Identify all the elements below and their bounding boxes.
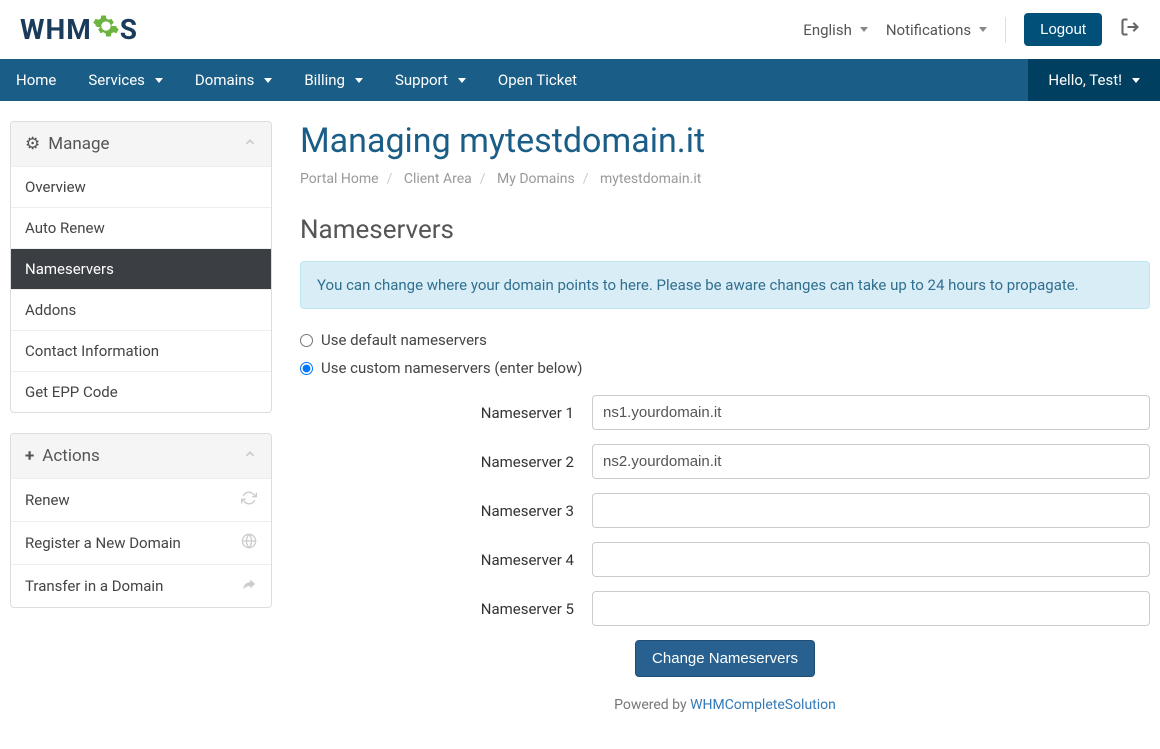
caret-down-icon xyxy=(264,78,272,83)
sidebar-item-addons[interactable]: Addons xyxy=(11,289,271,330)
ns2-label: Nameserver 2 xyxy=(300,453,592,471)
chevron-up-icon xyxy=(243,446,257,466)
caret-down-icon xyxy=(458,78,466,83)
nav-home[interactable]: Home xyxy=(0,59,72,101)
section-title: Nameservers xyxy=(300,215,1150,245)
actions-panel-header[interactable]: Actions xyxy=(11,434,271,478)
caret-down-icon xyxy=(860,27,868,32)
radio-default-nameservers[interactable] xyxy=(300,334,313,347)
breadcrumb-my-domains[interactable]: My Domains xyxy=(497,171,575,187)
action-transfer-domain[interactable]: Transfer in a Domain xyxy=(11,564,271,607)
gear-icon xyxy=(25,134,40,154)
breadcrumb: Portal Home/ Client Area/ My Domains/ my… xyxy=(300,171,1150,187)
ns5-label: Nameserver 5 xyxy=(300,600,592,618)
action-register-domain[interactable]: Register a New Domain xyxy=(11,521,271,564)
ns3-label: Nameserver 3 xyxy=(300,502,592,520)
actions-panel: Actions Renew Register a New Domain Tran… xyxy=(10,433,272,608)
ns4-input[interactable] xyxy=(592,542,1150,577)
nav-domains[interactable]: Domains xyxy=(179,59,288,101)
panel-title: Actions xyxy=(42,446,100,466)
panel-title: Manage xyxy=(48,134,109,154)
logo[interactable]: WHMS xyxy=(20,12,138,47)
caret-down-icon xyxy=(979,27,987,32)
gear-icon xyxy=(92,12,120,47)
ns1-label: Nameserver 1 xyxy=(300,404,592,422)
nav-services[interactable]: Services xyxy=(72,59,179,101)
logout-button[interactable]: Logout xyxy=(1024,13,1102,46)
globe-icon xyxy=(241,533,257,553)
language-dropdown[interactable]: English xyxy=(803,21,868,39)
ns5-input[interactable] xyxy=(592,591,1150,626)
info-alert: You can change where your domain points … xyxy=(300,261,1150,309)
action-renew[interactable]: Renew xyxy=(11,478,271,521)
sidebar-item-epp-code[interactable]: Get EPP Code xyxy=(11,371,271,412)
chevron-up-icon xyxy=(243,134,257,154)
notifications-dropdown[interactable]: Notifications xyxy=(886,21,987,39)
radio-custom-label[interactable]: Use custom nameservers (enter below) xyxy=(321,359,582,377)
sidebar-item-overview[interactable]: Overview xyxy=(11,166,271,207)
manage-panel-header[interactable]: Manage xyxy=(11,122,271,166)
caret-down-icon xyxy=(155,78,163,83)
radio-default-label[interactable]: Use default nameservers xyxy=(321,331,487,349)
breadcrumb-client-area[interactable]: Client Area xyxy=(404,171,472,187)
nav-user-menu[interactable]: Hello, Test! xyxy=(1028,59,1160,101)
caret-down-icon xyxy=(1132,78,1140,83)
ns1-input[interactable] xyxy=(592,395,1150,430)
divider xyxy=(1005,17,1006,43)
nav-open-ticket[interactable]: Open Ticket xyxy=(482,59,593,101)
manage-panel: Manage Overview Auto Renew Nameservers A… xyxy=(10,121,272,413)
plus-icon xyxy=(25,446,34,466)
change-nameservers-button[interactable]: Change Nameservers xyxy=(635,640,815,677)
caret-down-icon xyxy=(355,78,363,83)
ns4-label: Nameserver 4 xyxy=(300,551,592,569)
page-title: Managing mytestdomain.it xyxy=(300,121,1150,161)
ns2-input[interactable] xyxy=(592,444,1150,479)
footer-link[interactable]: WHMCompleteSolution xyxy=(690,697,836,713)
sidebar-item-nameservers[interactable]: Nameservers xyxy=(11,248,271,289)
refresh-icon xyxy=(241,490,257,510)
sidebar-item-auto-renew[interactable]: Auto Renew xyxy=(11,207,271,248)
breadcrumb-home[interactable]: Portal Home xyxy=(300,171,379,187)
nav-billing[interactable]: Billing xyxy=(288,59,379,101)
ns3-input[interactable] xyxy=(592,493,1150,528)
breadcrumb-current: mytestdomain.it xyxy=(600,171,701,187)
sidebar-item-contact-info[interactable]: Contact Information xyxy=(11,330,271,371)
share-icon xyxy=(241,576,257,596)
footer: Powered by WHMCompleteSolution xyxy=(300,697,1150,713)
signout-icon[interactable] xyxy=(1120,17,1140,42)
nav-support[interactable]: Support xyxy=(379,59,482,101)
radio-custom-nameservers[interactable] xyxy=(300,362,313,375)
